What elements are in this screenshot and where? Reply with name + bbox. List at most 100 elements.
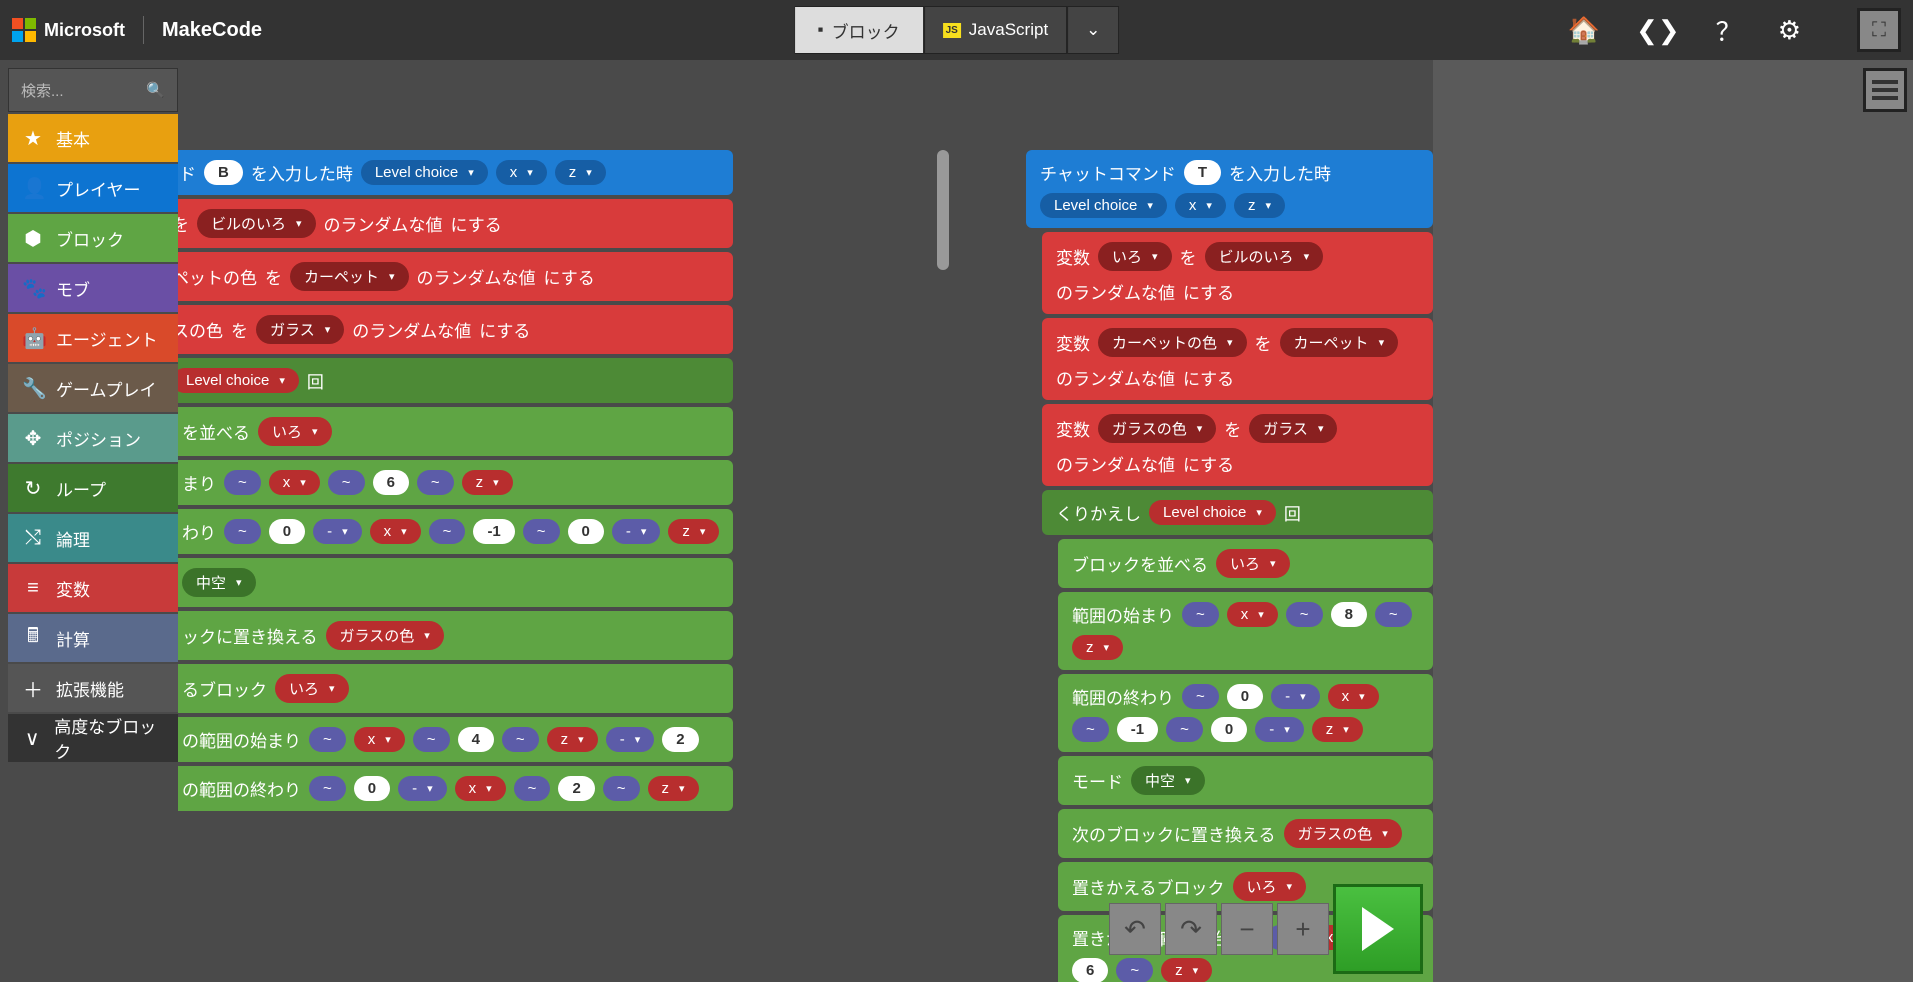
tab-dropdown[interactable]: ⌄ bbox=[1067, 6, 1119, 54]
zoom-out-button[interactable]: − bbox=[1221, 903, 1273, 955]
arg-z[interactable]: z bbox=[1234, 193, 1285, 218]
dash[interactable]: - bbox=[606, 727, 655, 752]
trigger-block[interactable]: チャットコマンド T を入力した時 Level choice x z bbox=[1026, 150, 1433, 228]
tab-blocks[interactable]: ▪ ブロック bbox=[794, 6, 924, 54]
category-0[interactable]: ★基本 bbox=[8, 114, 178, 162]
category-8[interactable]: ⤭論理 bbox=[8, 514, 178, 562]
microsoft-logo[interactable]: Microsoft bbox=[12, 18, 125, 42]
val-0b[interactable]: 0 bbox=[568, 519, 604, 544]
z-pill[interactable]: z bbox=[648, 776, 699, 801]
mode-block[interactable]: 中空 bbox=[178, 558, 733, 607]
mode-block[interactable]: モード 中空 bbox=[1058, 756, 1433, 805]
place-var[interactable]: いろ bbox=[275, 674, 349, 703]
var-iro[interactable]: いろ bbox=[1098, 242, 1172, 271]
category-12[interactable]: ∨高度なブロック bbox=[8, 714, 178, 762]
category-4[interactable]: 🤖エージェント bbox=[8, 314, 178, 362]
pill-carpet[interactable]: カーペット bbox=[290, 262, 409, 291]
val-0b[interactable]: 0 bbox=[1211, 717, 1247, 742]
val-0[interactable]: 0 bbox=[354, 776, 390, 801]
repeat-var[interactable]: Level choice bbox=[178, 368, 299, 393]
val-0[interactable]: 0 bbox=[269, 519, 305, 544]
range-start-block[interactable]: 範囲の始まり ~ x ~ 8 ~ z bbox=[1058, 592, 1433, 670]
category-7[interactable]: ↻ループ bbox=[8, 464, 178, 512]
home-icon[interactable]: 🏠 bbox=[1568, 15, 1600, 46]
z-pill[interactable]: z bbox=[1312, 717, 1363, 742]
set-var-3[interactable]: 変数 ガラスの色 を ガラス のランダムな値 にする bbox=[1042, 404, 1433, 486]
blocks-workspace[interactable]: ンド B を入力した時 Level choice x z を ビルのいろ のラン… bbox=[178, 60, 1433, 982]
fill-var[interactable]: いろ bbox=[258, 417, 332, 446]
dash[interactable]: - bbox=[313, 519, 362, 544]
tab-javascript[interactable]: JS JavaScript bbox=[924, 6, 1068, 54]
replace-block[interactable]: 次のブロックに置き換える ガラスの色 bbox=[1058, 809, 1433, 858]
fill-block[interactable]: を並べる いろ bbox=[178, 407, 733, 456]
dash[interactable]: - bbox=[398, 776, 447, 801]
val-4[interactable]: 4 bbox=[458, 727, 494, 752]
trigger-block[interactable]: ンド B を入力した時 Level choice x z bbox=[178, 150, 733, 195]
pill-biru[interactable]: ビルのいろ bbox=[197, 209, 316, 238]
var-glass[interactable]: ガラスの色 bbox=[1098, 414, 1216, 443]
arg-level[interactable]: Level choice bbox=[361, 160, 488, 185]
val-6[interactable]: 6 bbox=[1072, 958, 1108, 982]
arg-z[interactable]: z bbox=[555, 160, 606, 185]
x-pill[interactable]: x bbox=[354, 727, 405, 752]
val-0[interactable]: 0 bbox=[1227, 684, 1263, 709]
rep-start-block[interactable]: の範囲の始まり ~ x ~ 4 ~ z - 2 bbox=[178, 717, 733, 762]
val-neg1[interactable]: -1 bbox=[473, 519, 514, 544]
category-5[interactable]: 🔧ゲームプレイ bbox=[8, 364, 178, 412]
makecode-logo[interactable]: MakeCode bbox=[162, 19, 262, 42]
set-var-1[interactable]: を ビルのいろ のランダムな値 にする bbox=[178, 199, 733, 248]
fullscreen-button[interactable]: ⛶ bbox=[1857, 8, 1901, 52]
mode-pill[interactable]: 中空 bbox=[1131, 766, 1205, 795]
category-11[interactable]: ＋拡張機能 bbox=[8, 664, 178, 712]
set-var-2[interactable]: 変数 カーペットの色 を カーペット のランダムな値 にする bbox=[1042, 318, 1433, 400]
fill-var[interactable]: いろ bbox=[1216, 549, 1290, 578]
hamburger-menu-button[interactable] bbox=[1863, 68, 1907, 112]
var-carpet[interactable]: カーペットの色 bbox=[1098, 328, 1247, 357]
z-pill[interactable]: z bbox=[1072, 635, 1123, 660]
redo-button[interactable]: ↷ bbox=[1165, 903, 1217, 955]
category-6[interactable]: ✥ポジション bbox=[8, 414, 178, 462]
arg-level[interactable]: Level choice bbox=[1040, 193, 1167, 218]
category-9[interactable]: ≡変数 bbox=[8, 564, 178, 612]
range-end-block[interactable]: 範囲の終わり ~ 0 - x ~ -1 ~ 0 - z bbox=[1058, 674, 1433, 752]
pill-glass[interactable]: ガラス bbox=[256, 315, 344, 344]
repeat-block[interactable]: くりかえし Level choice 回 bbox=[1042, 490, 1433, 535]
settings-icon[interactable]: ⚙ bbox=[1778, 15, 1801, 46]
z-pill[interactable]: z bbox=[462, 470, 513, 495]
help-icon[interactable]: ？ bbox=[1716, 12, 1742, 49]
zoom-in-button[interactable]: + bbox=[1277, 903, 1329, 955]
x-pill[interactable]: x bbox=[269, 470, 320, 495]
arg-x[interactable]: x bbox=[1175, 193, 1226, 218]
replace-var[interactable]: ガラスの色 bbox=[326, 621, 444, 650]
share-icon[interactable]: ❮❯ bbox=[1636, 15, 1680, 46]
pill-biru[interactable]: ビルのいろ bbox=[1205, 242, 1324, 271]
category-2[interactable]: ⬢ブロック bbox=[8, 214, 178, 262]
set-var-3[interactable]: スの色 を ガラス のランダムな値 にする bbox=[178, 305, 733, 354]
search-input[interactable]: 検索... 🔍 bbox=[8, 68, 178, 112]
cmd-value[interactable]: B bbox=[204, 160, 243, 185]
x-pill[interactable]: x bbox=[455, 776, 506, 801]
mode-pill[interactable]: 中空 bbox=[182, 568, 256, 597]
val-8[interactable]: 8 bbox=[1331, 602, 1367, 627]
set-var-2[interactable]: ペットの色 を カーペット のランダムな値 にする bbox=[178, 252, 733, 301]
dash[interactable]: - bbox=[1255, 717, 1304, 742]
block-chat-command-b[interactable]: ンド B を入力した時 Level choice x z を ビルのいろ のラン… bbox=[178, 150, 733, 815]
arg-x[interactable]: x bbox=[496, 160, 547, 185]
category-3[interactable]: 🐾モブ bbox=[8, 264, 178, 312]
range-start-block[interactable]: まり ~ x ~ 6 ~ z bbox=[178, 460, 733, 505]
rep-end-block[interactable]: の範囲の終わり ~ 0 - x ~ 2 ~ z bbox=[178, 766, 733, 811]
set-var-1[interactable]: 変数 いろ を ビルのいろ のランダムな値 にする bbox=[1042, 232, 1433, 314]
x-pill[interactable]: x bbox=[1227, 602, 1278, 627]
fill-block[interactable]: ブロックを並べる いろ bbox=[1058, 539, 1433, 588]
range-end-block[interactable]: わり ~ 0 - x ~ -1 ~ 0 - z bbox=[178, 509, 733, 554]
pill-glass[interactable]: ガラス bbox=[1249, 414, 1337, 443]
x-pill[interactable]: x bbox=[370, 519, 421, 544]
replace-var[interactable]: ガラスの色 bbox=[1284, 819, 1402, 848]
place-block-row[interactable]: るブロック いろ bbox=[178, 664, 733, 713]
undo-button[interactable]: ↶ bbox=[1109, 903, 1161, 955]
pill-carpet[interactable]: カーペット bbox=[1280, 328, 1399, 357]
dash[interactable]: - bbox=[1271, 684, 1320, 709]
val-2[interactable]: 2 bbox=[558, 776, 594, 801]
scrollbar-vertical[interactable] bbox=[937, 150, 949, 270]
val-6[interactable]: 6 bbox=[373, 470, 409, 495]
